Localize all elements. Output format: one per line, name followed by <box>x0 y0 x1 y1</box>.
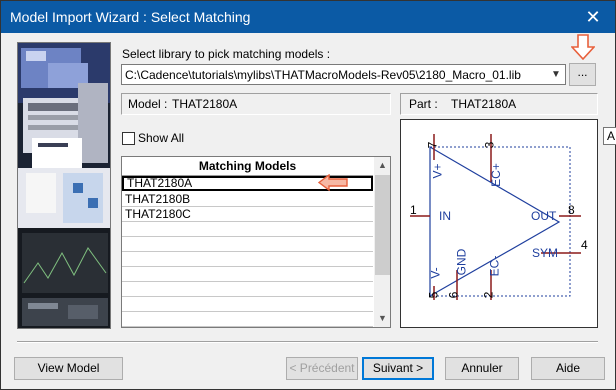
scroll-up-icon[interactable]: ▲ <box>374 157 390 174</box>
pin-name: OUT <box>531 209 557 223</box>
pin-number: 3 <box>482 141 497 149</box>
tooltip-fragment: A <box>603 127 616 145</box>
library-path-combobox[interactable]: C:\Cadence\tutorials\mylibs\THATMacroMod… <box>121 64 566 85</box>
list-item[interactable]: THAT2180B <box>122 192 373 207</box>
show-all-checkbox[interactable] <box>122 132 135 145</box>
browse-button[interactable]: ... <box>569 63 596 86</box>
close-icon[interactable]: ✕ <box>571 1 615 33</box>
annotation-arrow-left-icon <box>318 174 348 191</box>
empty-row <box>122 282 373 297</box>
cancel-button[interactable]: Annuler <box>445 357 519 380</box>
model-value: THAT2180A <box>172 97 238 111</box>
empty-row <box>122 237 373 252</box>
list-item[interactable]: THAT2180C <box>122 207 373 222</box>
pin-number: 4 <box>581 238 588 252</box>
symbol-preview: 7 3 1 8 4 5 6 2 V+ EC+ IN OUT SYM V- GND… <box>400 119 598 328</box>
show-all-label: Show All <box>138 131 185 145</box>
pin-number: 5 <box>426 291 441 299</box>
empty-row <box>122 267 373 282</box>
pin-number: 2 <box>481 291 496 299</box>
scroll-thumb[interactable] <box>375 175 390 275</box>
annotation-arrow-down-icon <box>571 34 595 60</box>
pin-number: 6 <box>446 291 461 299</box>
empty-row <box>122 312 373 327</box>
part-value: THAT2180A <box>451 97 517 111</box>
title-bar: Model Import Wizard : Select Matching ✕ <box>1 1 615 33</box>
pin-name: V- <box>428 267 443 279</box>
pin-name: EC- <box>487 255 502 277</box>
library-path-value: C:\Cadence\tutorials\mylibs\THATMacroMod… <box>125 68 521 82</box>
empty-row <box>122 297 373 312</box>
help-button[interactable]: Aide <box>531 357 605 380</box>
pin-number: 8 <box>568 203 575 217</box>
empty-row <box>122 252 373 267</box>
previous-button[interactable]: < Précédent <box>286 357 358 380</box>
pin-name: IN <box>439 209 451 223</box>
window-title: Model Import Wizard : Select Matching <box>10 9 251 25</box>
footer-separator <box>17 341 598 343</box>
model-label: Model : <box>128 97 168 111</box>
next-button[interactable]: Suivant > <box>362 357 434 380</box>
view-model-button[interactable]: View Model <box>14 357 123 380</box>
wizard-side-image <box>17 42 111 329</box>
matching-models-list: Matching Models THAT2180A THAT2180B THAT… <box>121 156 391 328</box>
pin-name: GND <box>454 248 469 276</box>
library-label: Select library to pick matching models : <box>122 47 331 61</box>
model-import-wizard-window: Model Import Wizard : Select Matching ✕ <box>0 0 616 390</box>
part-info-box: Part : THAT2180A <box>400 93 598 115</box>
scroll-down-icon[interactable]: ▼ <box>374 310 390 327</box>
part-label: Part : <box>409 97 438 111</box>
pin-number: 7 <box>425 141 440 149</box>
chevron-down-icon[interactable]: ▼ <box>547 65 565 84</box>
pin-name: EC+ <box>488 163 503 187</box>
model-info-box: Model : THAT2180A <box>121 93 391 115</box>
pin-name: V+ <box>430 163 445 179</box>
pin-name: SYM <box>532 246 559 260</box>
list-scrollbar[interactable]: ▲ ▼ <box>374 157 390 327</box>
pin-number: 1 <box>410 203 417 217</box>
empty-row <box>122 222 373 237</box>
